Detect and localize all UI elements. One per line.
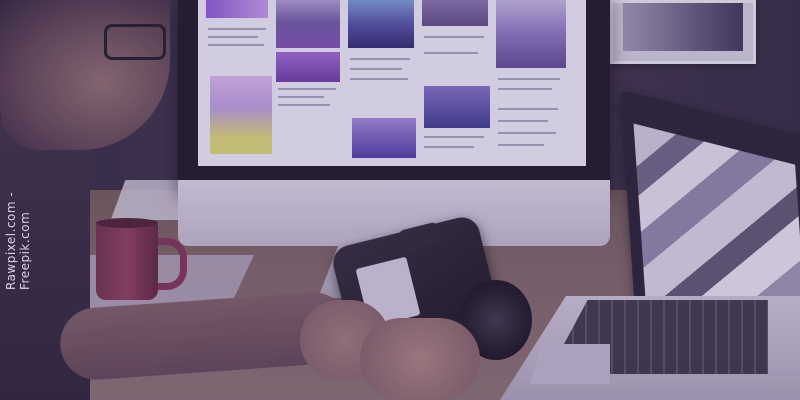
caption-line xyxy=(498,120,548,122)
photo-thumbnail xyxy=(352,118,416,158)
caption-line xyxy=(498,108,558,110)
caption-line xyxy=(498,132,556,134)
photo-scene: Rawpixel.com - Freepik.com xyxy=(0,0,800,400)
monitor-screen xyxy=(198,0,586,166)
caption-line xyxy=(208,44,264,46)
caption-line xyxy=(350,78,408,80)
photo-thumbnail xyxy=(206,0,268,18)
poster-image xyxy=(623,3,743,51)
caption-line xyxy=(424,36,484,38)
caption-line xyxy=(424,136,484,138)
right-hand xyxy=(360,318,480,400)
mug-rim xyxy=(96,218,158,228)
caption-line xyxy=(208,36,258,38)
photo-thumbnail xyxy=(276,52,340,82)
photo-thumbnail xyxy=(348,0,414,48)
caption-line xyxy=(498,144,544,146)
coffee-mug xyxy=(96,222,158,300)
photo-thumbnail xyxy=(422,0,488,26)
eyeglasses xyxy=(104,24,166,60)
laptop-touchpad xyxy=(530,344,610,384)
caption-line xyxy=(424,146,474,148)
photo-thumbnail xyxy=(496,0,566,68)
watermark-text: Rawpixel.com - Freepik.com xyxy=(4,191,32,290)
caption-line xyxy=(278,88,336,90)
caption-line xyxy=(498,88,552,90)
photo-thumbnail xyxy=(276,0,340,48)
caption-line xyxy=(350,58,410,60)
caption-line xyxy=(498,78,560,80)
photo-thumbnail xyxy=(424,86,490,128)
caption-line xyxy=(350,68,402,70)
caption-line xyxy=(278,104,330,106)
caption-line xyxy=(424,52,478,54)
wall-poster xyxy=(610,0,756,64)
photo-thumbnail xyxy=(210,76,272,154)
caption-line xyxy=(278,96,324,98)
caption-line xyxy=(208,28,266,30)
